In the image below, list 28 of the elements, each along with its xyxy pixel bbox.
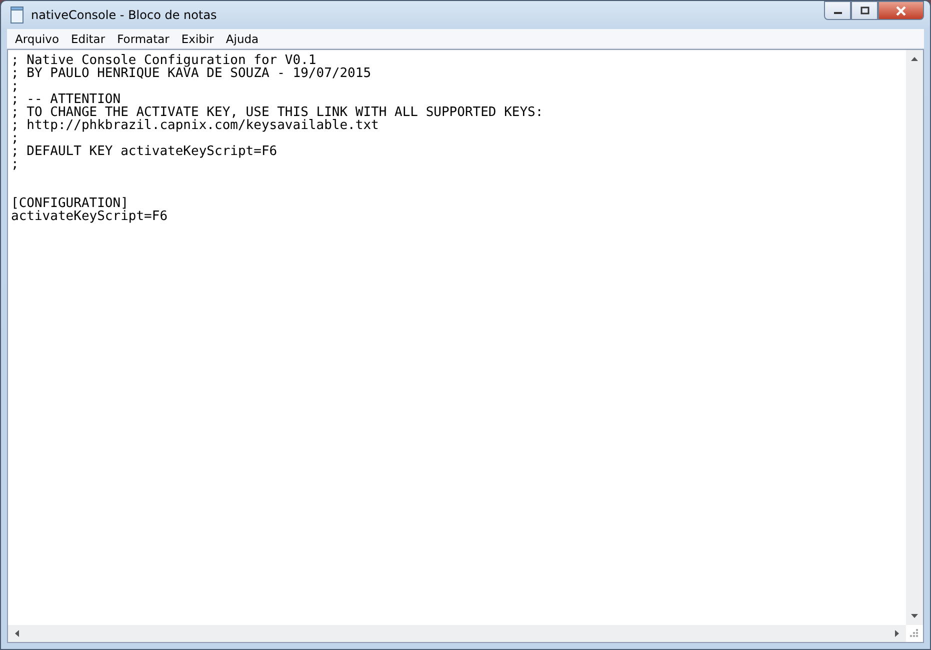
menu-item[interactable]: Formatar bbox=[111, 32, 176, 46]
resize-grip-icon[interactable] bbox=[910, 629, 919, 638]
text-line: [CONFIGURATION] bbox=[11, 196, 128, 211]
minimize-button[interactable] bbox=[824, 1, 851, 20]
menu-item[interactable]: Editar bbox=[65, 32, 112, 46]
text-line: ; Native Console Configuration for V0.1 bbox=[11, 53, 316, 68]
menu-item[interactable]: Arquivo bbox=[9, 32, 66, 46]
text-line: ; bbox=[11, 157, 19, 172]
text-line: ; bbox=[11, 79, 19, 94]
scroll-right-icon[interactable] bbox=[895, 630, 899, 637]
scroll-down-icon[interactable] bbox=[911, 614, 918, 618]
text-line: ; bbox=[11, 131, 19, 146]
text-line: ; TO CHANGE THE ACTIVATE KEY, USE THIS LINK WITH ALL SUPPORTED KEYS: bbox=[11, 105, 544, 120]
notepad-icon bbox=[9, 6, 25, 24]
text-line: ; DEFAULT KEY activateKeyScript=F6 bbox=[11, 144, 278, 159]
close-icon bbox=[895, 6, 907, 16]
menu-item[interactable]: Ajuda bbox=[220, 32, 265, 46]
text-line: ; http://phkbrazil.capnix.com/keysavailable.txt bbox=[11, 118, 379, 133]
scroll-left-icon[interactable] bbox=[15, 630, 19, 637]
text-line: activateKeyScript=F6 bbox=[11, 209, 168, 224]
maximize-button[interactable] bbox=[851, 1, 878, 20]
text-line: ; -- ATTENTION bbox=[11, 92, 121, 107]
maximize-icon bbox=[860, 6, 870, 15]
menu-item[interactable]: Exibir bbox=[175, 32, 220, 46]
close-button[interactable] bbox=[878, 1, 924, 20]
text-line: ; BY PAULO HENRIQUE KAVA DE SOUZA - 19/07/2015 bbox=[11, 66, 372, 81]
scroll-up-icon[interactable] bbox=[911, 57, 918, 61]
window-title: nativeConsole - Bloco de notas bbox=[31, 8, 217, 22]
